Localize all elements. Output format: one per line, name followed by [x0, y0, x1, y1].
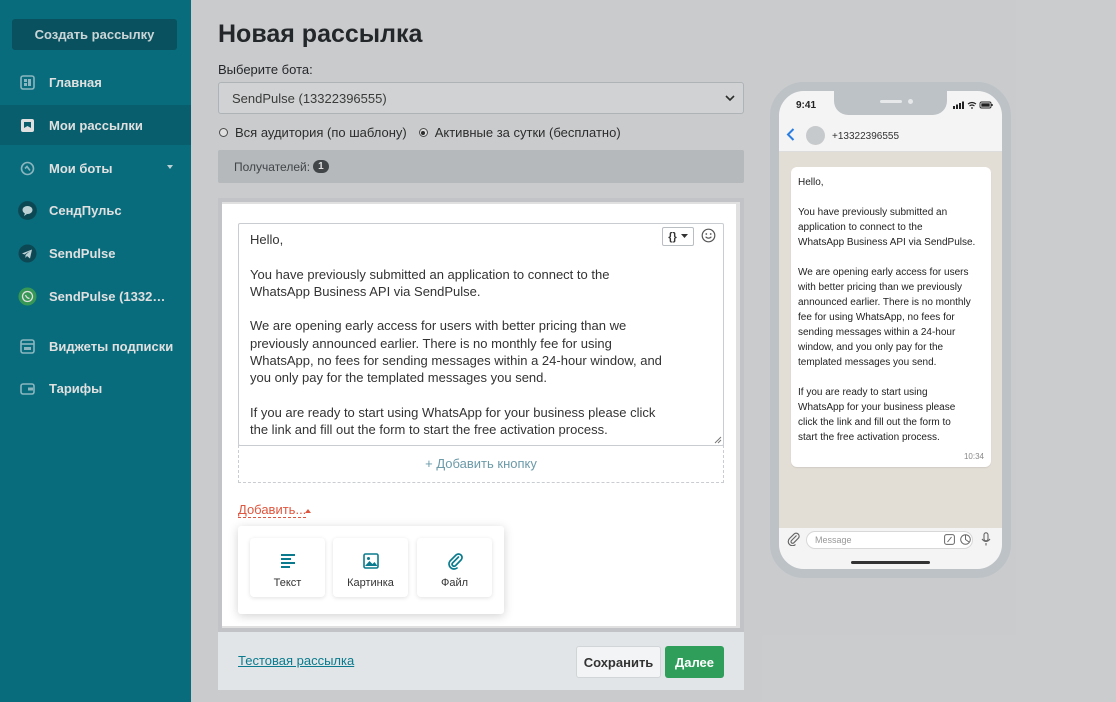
contact-name: +13322396555 — [832, 131, 900, 142]
recipients-bar: Получателей: 1 — [218, 150, 744, 183]
sidebar-item-home[interactable]: Главная — [0, 62, 191, 102]
chevron-down-icon — [725, 95, 735, 102]
page-title: Новая рассылка — [218, 20, 423, 48]
bot-select-label: Выберите бота: — [218, 62, 313, 77]
telegram-icon — [18, 244, 37, 263]
radio-active-daily[interactable]: Активные за сутки (бесплатно) — [418, 125, 621, 140]
add-file-tile[interactable]: Файл — [417, 538, 492, 597]
add-element-menu: Текст Картинка Файл — [238, 526, 504, 614]
sidebar: Создать рассылку Главная Мои рассылки Мо… — [0, 0, 191, 702]
tile-label: Текст — [273, 577, 302, 589]
sidebar-item-bot-messenger[interactable]: СендПульс — [0, 190, 191, 230]
chat-input-bar: Message — [779, 528, 1002, 569]
chat-input-placeholder: Message — [815, 535, 852, 545]
caret-down-icon — [680, 234, 688, 238]
sidebar-item-my-bots[interactable]: Мои боты — [0, 148, 191, 188]
resize-handle-icon[interactable] — [714, 436, 722, 444]
messenger-icon — [18, 200, 37, 220]
audience-radio-group: Вся аудитория (по шаблону) Активные за с… — [219, 125, 633, 140]
camera-dot — [908, 99, 913, 104]
phone-notch — [834, 91, 947, 115]
chat-header: +13322396555 — [779, 117, 1002, 152]
sidebar-item-label: Мои боты — [49, 160, 113, 176]
sidebar-item-label: Виджеты подписки — [49, 338, 174, 354]
add-button-label: + Добавить кнопку — [425, 456, 537, 471]
sidebar-item-label: Мои рассылки — [49, 117, 143, 133]
recipients-count-badge: 1 — [313, 160, 329, 173]
microphone-icon[interactable] — [981, 532, 991, 546]
tile-label: Файл — [440, 577, 469, 589]
phone-time: 9:41 — [796, 100, 817, 111]
sidebar-item-pricing[interactable]: Тарифы — [0, 368, 191, 408]
variables-button[interactable]: {} — [662, 227, 694, 246]
emoji-icon[interactable] — [701, 228, 716, 243]
add-more-link[interactable]: Добавить... — [238, 503, 307, 518]
radio-label: Активные за сутки (бесплатно) — [434, 125, 621, 140]
sidebar-item-label: Главная — [49, 74, 102, 90]
message-textarea[interactable]: Hello, You have previously submitted an … — [238, 223, 724, 446]
home-indicator — [851, 561, 930, 564]
phone-preview: 9:41 +13322396555 Hello, You have previo… — [770, 82, 1011, 578]
sticker-icon[interactable] — [944, 534, 955, 545]
message-text: Hello, You have previously submitted an … — [250, 232, 662, 438]
radio-indicator — [219, 128, 228, 137]
avatar — [806, 126, 825, 145]
radio-label: Вся аудитория (по шаблону) — [235, 125, 407, 140]
attach-icon[interactable] — [787, 532, 800, 546]
chevron-down-icon — [167, 165, 173, 169]
sidebar-item-bot-telegram[interactable]: SendPulse — [0, 233, 191, 273]
recipients-label: Получателей: — [234, 159, 311, 174]
add-image-tile[interactable]: Картинка — [333, 538, 408, 597]
tile-label: Картинка — [347, 577, 394, 589]
add-text-tile[interactable]: Текст — [250, 538, 325, 597]
radio-indicator — [418, 128, 428, 137]
text-icon — [280, 554, 295, 568]
file-icon — [447, 553, 463, 570]
add-button-row[interactable]: + Добавить кнопку — [238, 445, 724, 483]
camera-icon[interactable] — [960, 534, 971, 545]
next-button[interactable]: Далее — [665, 646, 724, 678]
image-icon — [362, 553, 379, 569]
variables-icon: {} — [668, 230, 677, 243]
sidebar-item-bot-whatsapp[interactable]: SendPulse (1332… — [0, 276, 191, 316]
back-chevron-icon[interactable] — [786, 128, 795, 141]
sidebar-item-label: SendPulse — [49, 245, 116, 261]
bubble-timestamp: 10:34 — [963, 452, 984, 461]
signal-wifi-battery-icon — [953, 101, 993, 109]
save-button[interactable]: Сохранить — [576, 646, 661, 678]
home-icon — [20, 74, 35, 90]
sidebar-item-label: СендПульс — [49, 202, 122, 218]
caret-up-icon — [305, 509, 311, 513]
test-mailing-link[interactable]: Тестовая рассылка — [238, 653, 354, 668]
sidebar-item-widgets[interactable]: Виджеты подписки — [0, 326, 191, 366]
bot-select[interactable]: SendPulse (13322396555) — [218, 82, 744, 114]
sidebar-item-label: Тарифы — [49, 380, 103, 396]
widget-icon — [20, 338, 35, 354]
create-mailing-button[interactable]: Создать рассылку — [12, 19, 177, 50]
bubble-text: Hello, You have previously submitted an … — [798, 177, 976, 443]
sidebar-item-label: SendPulse (1332… — [49, 288, 166, 304]
message-bubble: Hello, You have previously submitted an … — [791, 167, 991, 467]
radio-all-audience[interactable]: Вся аудитория (по шаблону) — [219, 125, 407, 140]
speaker-grille — [880, 100, 902, 103]
bots-icon — [20, 161, 35, 176]
sidebar-item-my-mailings[interactable]: Мои рассылки — [0, 105, 191, 145]
bot-select-value: SendPulse (13322396555) — [232, 90, 387, 106]
mailing-icon — [20, 118, 35, 133]
wallet-icon — [20, 381, 35, 396]
whatsapp-icon — [18, 287, 37, 306]
